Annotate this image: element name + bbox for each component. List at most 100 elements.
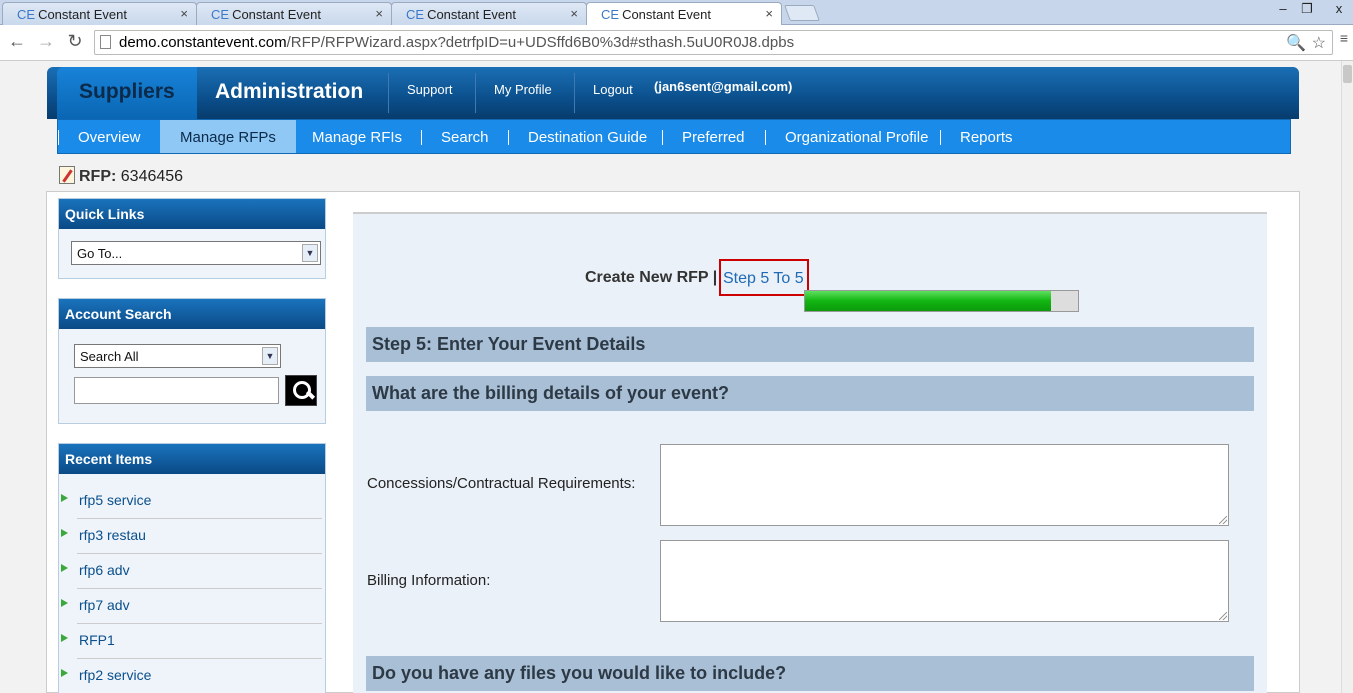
nav-divider <box>574 73 575 113</box>
recent-item[interactable]: RFP1 <box>61 624 322 659</box>
recent-item-label[interactable]: rfp3 restau <box>79 527 146 543</box>
recent-item-label[interactable]: rfp2 service <box>79 667 151 683</box>
url-domain: demo.constantevent.com <box>119 34 287 51</box>
restore-icon[interactable]: ❐ <box>1296 1 1318 17</box>
browser-tab-2[interactable]: CE Constant Event × <box>196 2 392 25</box>
quick-links-panel: Quick Links Go To... ▼ <box>58 198 326 279</box>
progress-fill <box>805 291 1051 311</box>
account-search-input[interactable] <box>74 377 279 404</box>
files-header: Do you have any files you would like to … <box>366 656 1254 691</box>
subnav-preferred[interactable]: Preferred <box>682 129 745 146</box>
nav-support[interactable]: Support <box>407 82 453 97</box>
url-path: /RFP/RFPWizard.aspx?detrfpID=u+UDSffd6B0… <box>286 34 795 51</box>
browser-tab-1[interactable]: CE Constant Event × <box>2 2 197 25</box>
rfp-label: RFP: <box>79 168 117 185</box>
recent-item-label[interactable]: rfp6 adv <box>79 562 130 578</box>
recent-item[interactable]: rfp2 service <box>61 659 322 693</box>
new-tab-button[interactable] <box>784 5 820 21</box>
recent-item[interactable]: rfp7 adv <box>61 589 322 624</box>
close-tab-icon[interactable]: × <box>375 6 383 21</box>
bookmark-star-icon[interactable]: ☆ <box>1312 33 1326 53</box>
arrow-bullet-icon <box>61 529 68 537</box>
rfp-edit-icon <box>59 166 75 184</box>
ce-logo-icon: CE <box>406 7 425 22</box>
tab-title: Constant Event <box>427 7 516 22</box>
recent-item[interactable]: rfp3 restau <box>61 519 322 554</box>
close-tab-icon[interactable]: × <box>765 6 773 21</box>
web-page: Suppliers Administration Support My Prof… <box>0 61 1341 693</box>
ce-logo-icon: CE <box>601 7 620 22</box>
nav-suppliers[interactable]: Suppliers <box>57 67 197 119</box>
quick-links-select[interactable]: Go To... ▼ <box>71 241 321 265</box>
arrow-bullet-icon <box>61 634 68 642</box>
close-tab-icon[interactable]: × <box>570 6 578 21</box>
subnav-divider <box>58 130 59 145</box>
billing-info-textarea[interactable] <box>660 540 1229 622</box>
main-nav: Suppliers Administration Support My Prof… <box>47 67 1299 119</box>
ce-logo-icon: CE <box>17 7 36 22</box>
recent-item-label[interactable]: rfp5 service <box>79 492 151 508</box>
step-header: Step 5: Enter Your Event Details <box>366 327 1254 362</box>
arrow-bullet-icon <box>61 564 68 572</box>
scrollbar-thumb[interactable] <box>1343 65 1352 83</box>
tab-title: Constant Event <box>622 7 711 22</box>
subnav-overview[interactable]: Overview <box>78 129 141 146</box>
subnav-destination-guide[interactable]: Destination Guide <box>528 129 647 146</box>
recent-item-label[interactable]: RFP1 <box>79 632 115 648</box>
user-email: (jan6sent@gmail.com) <box>654 79 793 94</box>
nav-divider <box>475 73 476 113</box>
forward-arrow-icon[interactable]: → <box>35 31 57 52</box>
subnav-manage-rfis[interactable]: Manage RFIs <box>312 129 402 146</box>
account-search-panel: Account Search Search All ▼ <box>58 298 326 424</box>
tab-title: Constant Event <box>38 7 127 22</box>
search-button[interactable] <box>285 375 317 406</box>
subnav-divider <box>508 130 509 145</box>
nav-logout[interactable]: Logout <box>593 82 633 97</box>
arrow-bullet-icon <box>61 494 68 502</box>
subnav-search[interactable]: Search <box>441 129 489 146</box>
account-search-title: Account Search <box>59 299 325 329</box>
page-icon <box>100 35 111 49</box>
ce-logo-icon: CE <box>211 7 230 22</box>
address-toolbar: ← → ↻ demo.constantevent.com/RFP/RFPWiza… <box>0 25 1353 61</box>
recent-items-panel: Recent Items rfp5 service rfp3 restau rf… <box>58 443 326 693</box>
window-close-icon[interactable]: x <box>1328 1 1350 16</box>
subnav-divider <box>765 130 766 145</box>
account-search-select-value: Search All <box>80 349 139 364</box>
browser-tab-bar: CE Constant Event × CE Constant Event × CE… <box>0 0 1353 26</box>
subnav-divider <box>662 130 663 145</box>
tab-title: Constant Event <box>232 7 321 22</box>
url-bar[interactable]: demo.constantevent.com/RFP/RFPWizard.asp… <box>94 30 1333 55</box>
zoom-icon[interactable]: 🔍 <box>1286 33 1306 53</box>
close-tab-icon[interactable]: × <box>180 6 188 21</box>
subnav-reports[interactable]: Reports <box>960 129 1013 146</box>
billing-header: What are the billing details of your eve… <box>366 376 1254 411</box>
browser-tab-3[interactable]: CE Constant Event × <box>391 2 587 25</box>
concessions-textarea[interactable] <box>660 444 1229 526</box>
rfp-number: 6346456 <box>120 168 184 185</box>
nav-administration[interactable]: Administration <box>215 80 363 104</box>
nav-my-profile[interactable]: My Profile <box>494 82 552 97</box>
recent-item[interactable]: rfp5 service <box>61 484 322 519</box>
recent-item-label[interactable]: rfp7 adv <box>79 597 130 613</box>
quick-links-title: Quick Links <box>59 199 325 229</box>
minimize-icon[interactable]: – <box>1272 1 1294 16</box>
subnav-manage-rfps[interactable]: Manage RFPs <box>160 120 296 153</box>
quick-links-select-value: Go To... <box>77 246 123 261</box>
rfp-heading: RFP: 6346456 <box>59 166 183 186</box>
account-search-select[interactable]: Search All ▼ <box>74 344 281 368</box>
recent-item[interactable]: rfp6 adv <box>61 554 322 589</box>
page-scrollbar[interactable] <box>1341 61 1353 693</box>
back-arrow-icon[interactable]: ← <box>6 31 28 52</box>
recent-items-title: Recent Items <box>59 444 325 474</box>
menu-icon[interactable]: ≡ <box>1333 30 1353 46</box>
billing-info-label: Billing Information: <box>367 572 491 589</box>
step-link[interactable]: Step 5 To 5 <box>719 259 809 296</box>
concessions-label: Concessions/Contractual Requirements: <box>367 475 636 492</box>
chevron-down-icon: ▼ <box>302 244 318 262</box>
nav-divider <box>388 73 389 113</box>
browser-tab-4-active[interactable]: CE Constant Event × <box>586 2 782 26</box>
subnav-organizational-profile[interactable]: Organizational Profile <box>785 129 928 146</box>
reload-icon[interactable]: ↻ <box>64 31 86 52</box>
progress-bar <box>804 290 1079 312</box>
